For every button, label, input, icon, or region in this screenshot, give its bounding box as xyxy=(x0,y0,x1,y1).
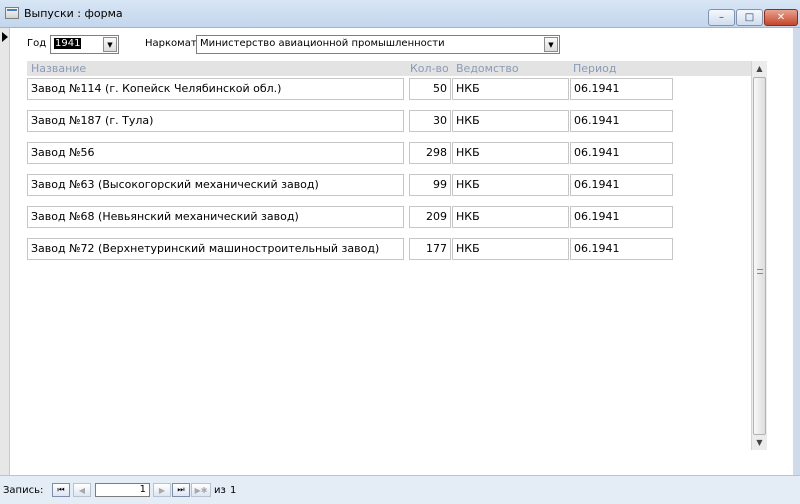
year-combo[interactable]: 1941 ▼ xyxy=(50,35,119,54)
scroll-down-icon[interactable]: ▼ xyxy=(752,435,767,450)
title-bar: Выпуски : форма – □ ✕ xyxy=(0,0,800,28)
qty-field[interactable]: 298 xyxy=(409,142,451,164)
record-selector-arrow-icon xyxy=(2,32,8,42)
name-field[interactable]: Завод №72 (Верхнетуринский машиностроите… xyxy=(27,238,404,260)
name-field[interactable]: Завод №63 (Высокогорский механический за… xyxy=(27,174,404,196)
vertical-scrollbar[interactable]: ▲ ▼ xyxy=(751,61,767,450)
qty-field[interactable]: 30 xyxy=(409,110,451,132)
commissariat-combo[interactable]: Министерство авиационной промышленности … xyxy=(196,35,560,54)
qty-field[interactable]: 50 xyxy=(409,78,451,100)
period-field[interactable]: 06.1941 xyxy=(570,78,673,100)
department-field[interactable]: НКБ xyxy=(452,206,569,228)
name-field[interactable]: Завод №68 (Невьянский механический завод… xyxy=(27,206,404,228)
form-icon xyxy=(5,7,19,19)
column-header-name: Название xyxy=(31,62,87,75)
scroll-grip-icon xyxy=(757,269,763,274)
column-header-department: Ведомство xyxy=(456,62,519,75)
column-header-row: Название Кол-во Ведомство Период xyxy=(27,61,753,76)
department-field[interactable]: НКБ xyxy=(452,174,569,196)
department-field[interactable]: НКБ xyxy=(452,142,569,164)
dropdown-arrow-icon[interactable]: ▼ xyxy=(103,37,117,52)
qty-field[interactable]: 209 xyxy=(409,206,451,228)
name-field[interactable]: Завод №187 (г. Тула) xyxy=(27,110,404,132)
year-label: Год xyxy=(27,38,47,49)
first-record-icon[interactable]: ⏮ xyxy=(52,483,70,497)
window-title: Выпуски : форма xyxy=(24,7,123,20)
minimize-button[interactable]: – xyxy=(708,9,735,26)
scroll-up-icon[interactable]: ▲ xyxy=(752,61,767,76)
qty-field[interactable]: 177 xyxy=(409,238,451,260)
record-label: Запись: xyxy=(3,485,44,496)
maximize-button[interactable]: □ xyxy=(736,9,763,26)
window-right-border xyxy=(793,28,800,475)
record-total: 1 xyxy=(230,485,237,496)
period-field[interactable]: 06.1941 xyxy=(570,238,673,260)
name-field[interactable]: Завод №114 (г. Копейск Челябинской обл.) xyxy=(27,78,404,100)
department-field[interactable]: НКБ xyxy=(452,78,569,100)
qty-field[interactable]: 99 xyxy=(409,174,451,196)
prev-record-icon[interactable]: ◀ xyxy=(73,483,91,497)
record-navigation-bar: Запись: ⏮ ◀ 1 ▶ ⏭ ▶✱ из 1 xyxy=(0,475,800,504)
record-of-label: из xyxy=(214,485,226,496)
department-field[interactable]: НКБ xyxy=(452,238,569,260)
next-record-icon[interactable]: ▶ xyxy=(153,483,171,497)
period-field[interactable]: 06.1941 xyxy=(570,142,673,164)
record-selector[interactable] xyxy=(0,28,10,475)
column-header-period: Период xyxy=(573,62,617,75)
column-header-qty: Кол-во xyxy=(410,62,449,75)
scroll-thumb[interactable] xyxy=(753,77,766,435)
period-field[interactable]: 06.1941 xyxy=(570,206,673,228)
commissariat-value[interactable]: Министерство авиационной промышленности xyxy=(200,38,445,49)
commissariat-label: Наркомат xyxy=(145,38,197,49)
year-value[interactable]: 1941 xyxy=(54,38,82,49)
period-field[interactable]: 06.1941 xyxy=(570,174,673,196)
department-field[interactable]: НКБ xyxy=(452,110,569,132)
new-record-icon[interactable]: ▶✱ xyxy=(191,483,211,497)
period-field[interactable]: 06.1941 xyxy=(570,110,673,132)
close-button[interactable]: ✕ xyxy=(764,9,798,26)
dropdown-arrow-icon[interactable]: ▼ xyxy=(544,37,558,52)
name-field[interactable]: Завод №56 xyxy=(27,142,404,164)
current-record-input[interactable]: 1 xyxy=(95,483,150,497)
last-record-icon[interactable]: ⏭ xyxy=(172,483,190,497)
